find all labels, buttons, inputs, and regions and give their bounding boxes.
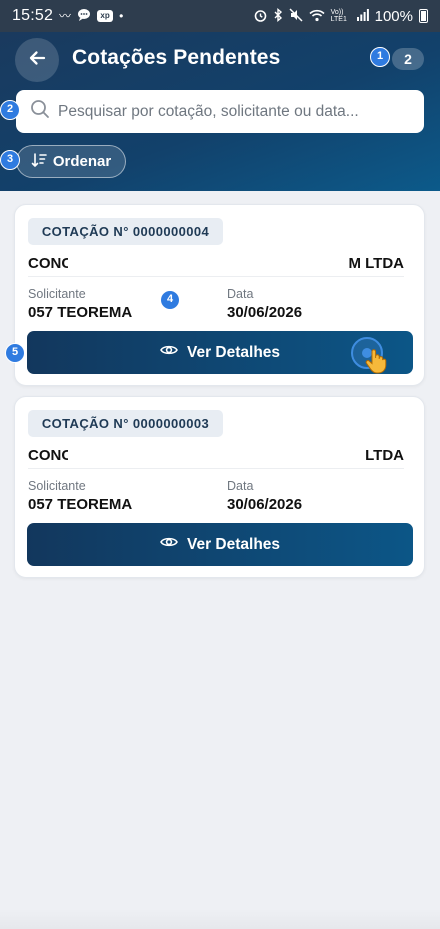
marker-5: 5 (5, 343, 25, 363)
requester-label: Solicitante (28, 287, 86, 301)
sort-icon (31, 152, 47, 172)
quote-number-tag: COTAÇÃO N° 0000000004 (28, 218, 223, 245)
alarm-icon (254, 9, 267, 24)
eye-icon (160, 535, 178, 554)
signal-icon (356, 9, 369, 23)
requester-value: 057 TEOREMA (28, 304, 133, 321)
status-bar: 15:52 〰 xp • Vo)) LTE1 100% (0, 0, 440, 32)
search-icon (30, 99, 50, 124)
view-details-label: Ver Detalhes (186, 535, 281, 553)
company-name-right: LTDA (365, 447, 404, 464)
bluetooth-icon (273, 8, 283, 24)
wifi-icon (309, 9, 325, 24)
status-time: 15:52 (12, 7, 54, 24)
bottom-fade (0, 909, 440, 929)
dot-icon: • (119, 9, 124, 23)
marker-3: 3 (0, 150, 20, 170)
view-details-button[interactable]: Ver Detalhes (27, 331, 413, 374)
eye-icon (160, 343, 178, 362)
battery-icon (419, 9, 428, 23)
quote-card[interactable]: COTAÇÃO N° 0000000004 CONC M LTDA Solici… (14, 204, 425, 386)
view-details-button[interactable]: Ver Detalhes (27, 523, 413, 566)
search-input[interactable] (58, 102, 398, 121)
marker-4: 4 (160, 290, 180, 310)
marker-1: 1 (370, 47, 390, 67)
pending-count-badge: 2 (392, 48, 424, 70)
date-label: Data (227, 287, 254, 301)
pointer-hand-icon (365, 348, 387, 379)
date-value: 30/06/2026 (227, 496, 303, 513)
company-name-left: CONC (28, 447, 68, 464)
mute-icon (289, 8, 303, 24)
back-button[interactable] (15, 38, 59, 82)
company-name-right: M LTDA (348, 255, 404, 272)
quote-number-tag: COTAÇÃO N° 0000000003 (28, 410, 223, 437)
sort-label: Ordenar (52, 153, 112, 170)
date-label: Data (227, 479, 254, 493)
card-divider (28, 468, 404, 469)
wave-icon: 〰 (59, 9, 72, 23)
page-title: Cotações Pendentes (72, 46, 281, 69)
view-details-label: Ver Detalhes (186, 343, 281, 361)
battery-percent: 100% (374, 7, 413, 25)
lte-icon: Vo)) LTE1 (330, 9, 347, 23)
company-name-left: CONC (28, 255, 68, 272)
arrow-left-icon (27, 48, 47, 73)
xp-app-icon: xp (97, 10, 114, 22)
quote-card[interactable]: COTAÇÃO N° 0000000003 CONC LTDA Solicita… (14, 396, 425, 578)
marker-2: 2 (0, 100, 20, 120)
search-bar[interactable] (16, 90, 424, 133)
requester-value: 057 TEOREMA (28, 496, 133, 513)
date-value: 30/06/2026 (227, 304, 303, 321)
card-divider (28, 276, 404, 277)
sort-button[interactable]: Ordenar (16, 145, 126, 178)
chat-bubble-icon (77, 8, 91, 24)
requester-label: Solicitante (28, 479, 86, 493)
